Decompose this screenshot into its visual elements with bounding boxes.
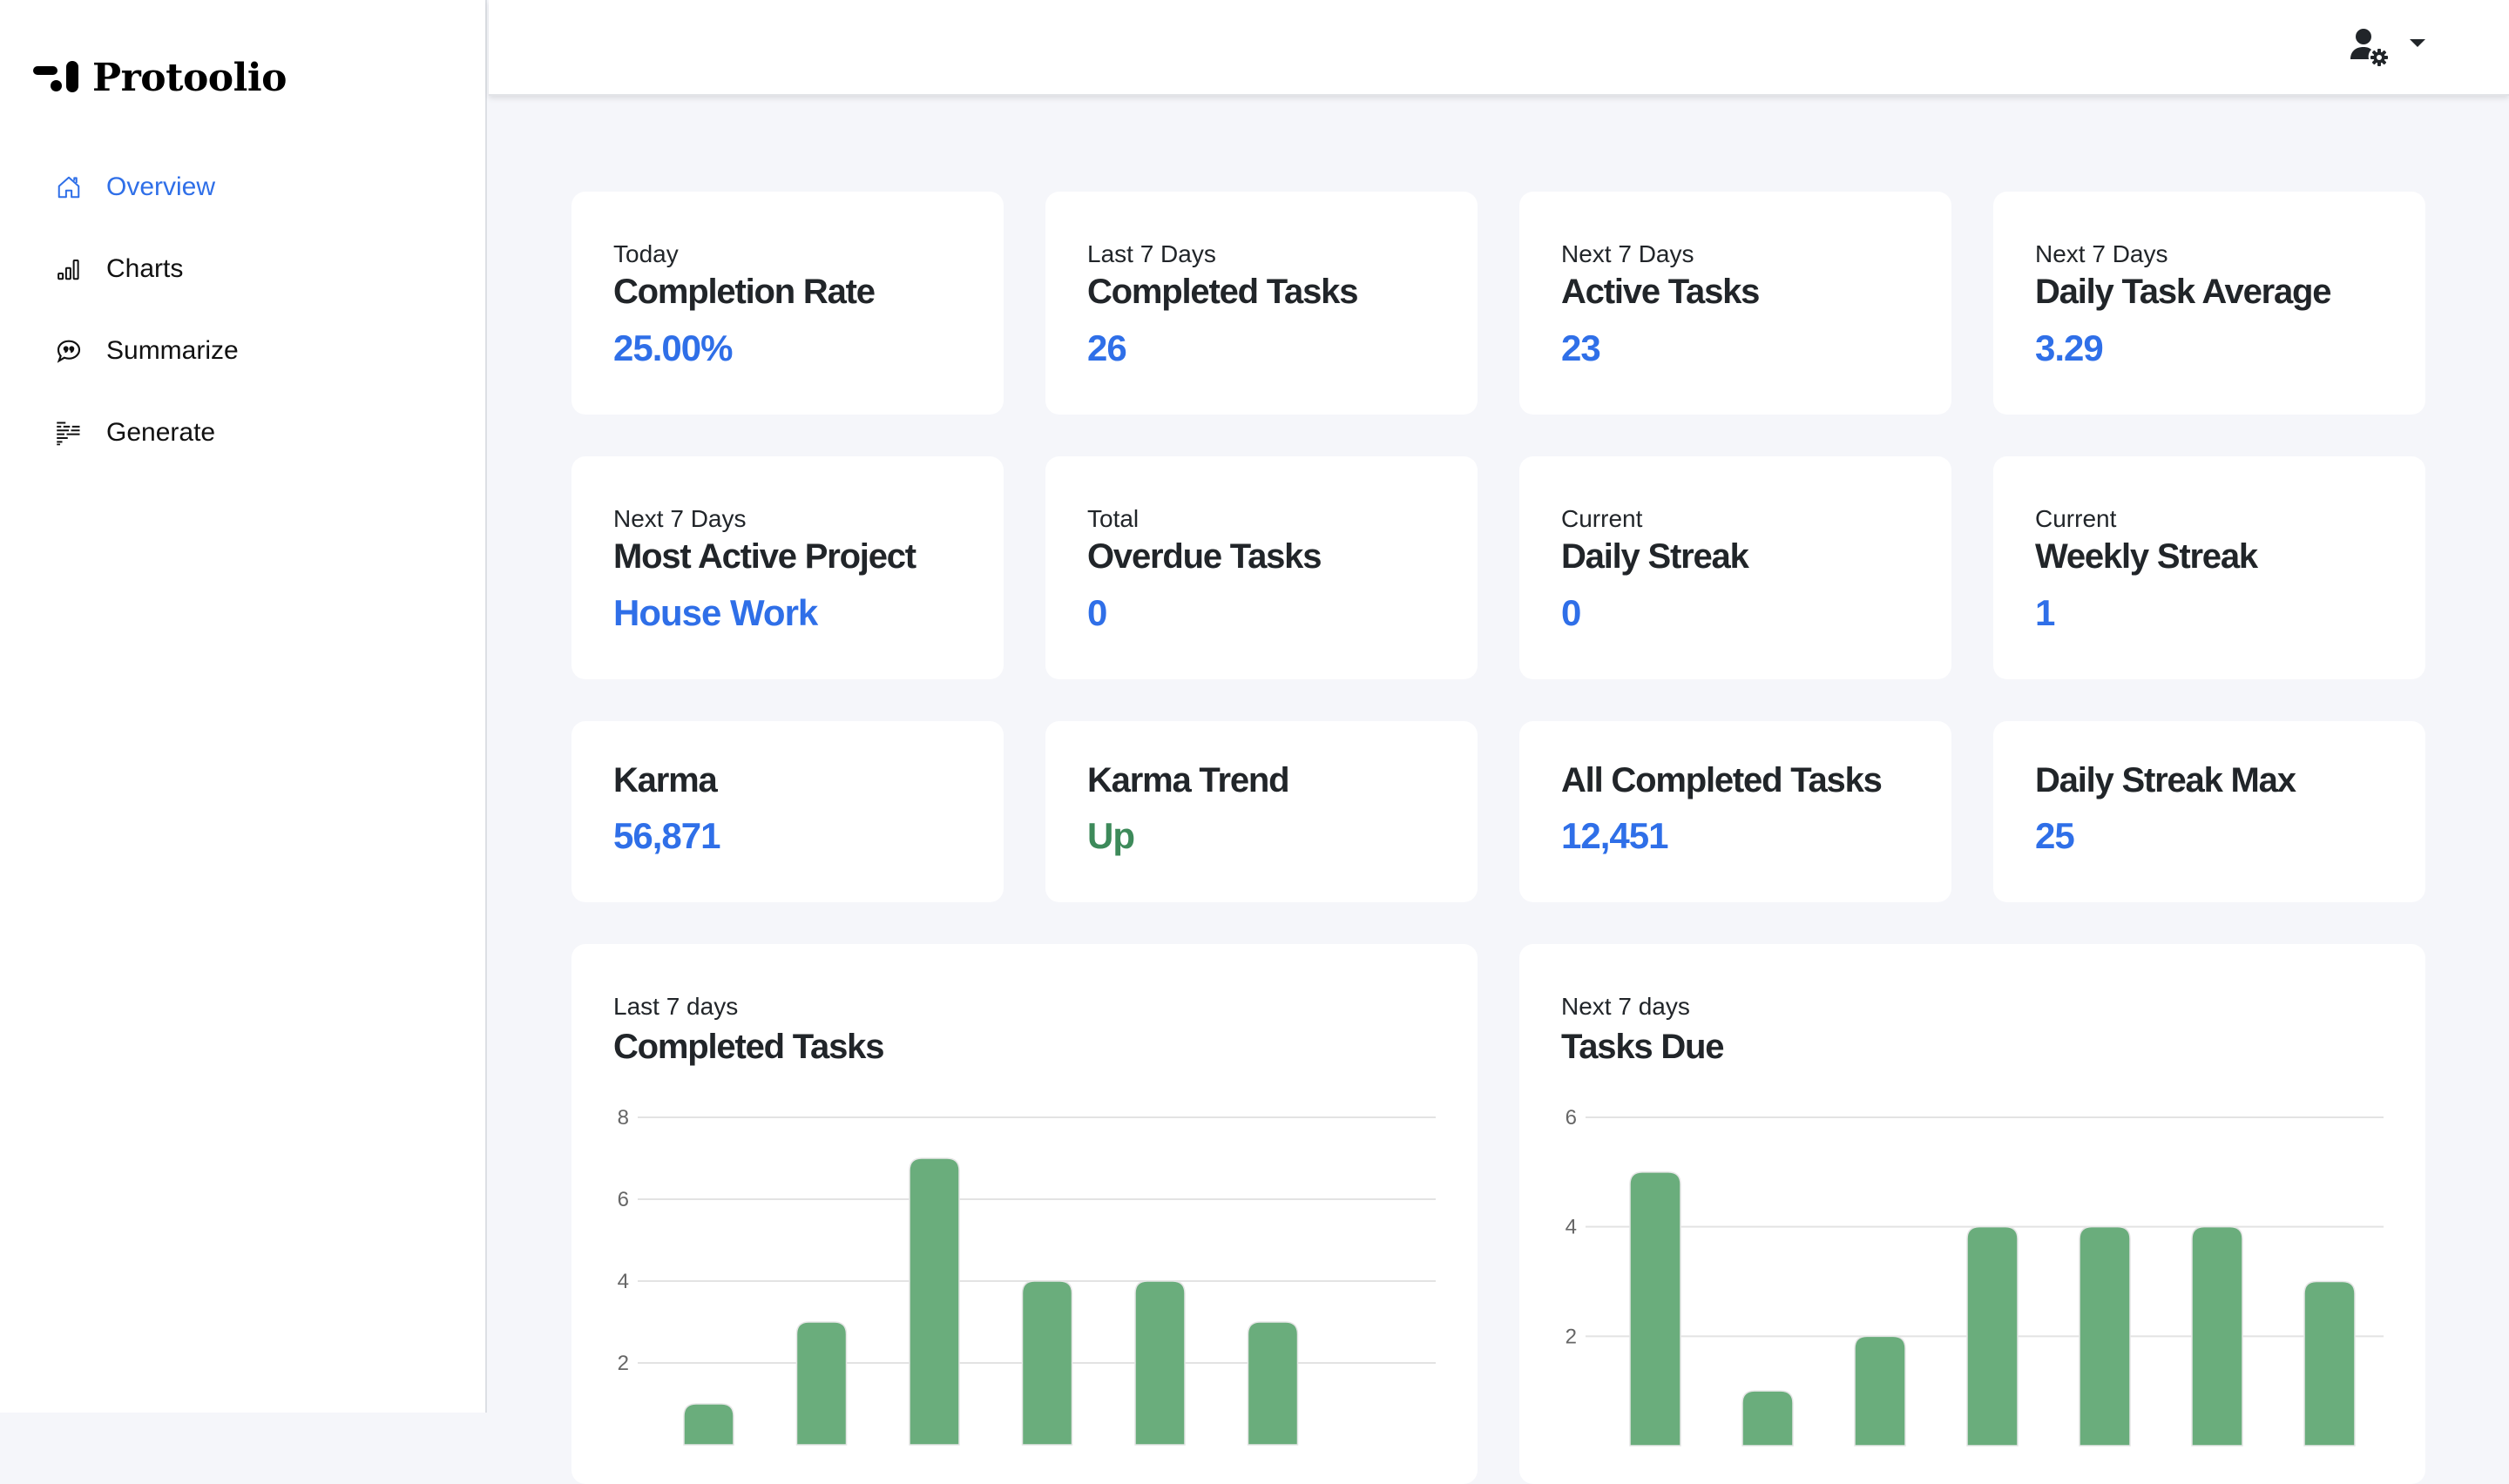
logo-mark-icon <box>33 61 82 94</box>
stat-value: Up <box>1087 815 1135 856</box>
y-tick-label: 2 <box>618 1352 629 1375</box>
sidebar-item-overview[interactable]: Overview <box>0 146 485 228</box>
stat-value: 25 <box>2035 815 2075 856</box>
sidebar-item-charts[interactable]: Charts <box>0 228 485 310</box>
bar[interactable] <box>1741 1390 1794 1447</box>
stat-title: Karma <box>613 761 718 799</box>
stat-title: All Completed Tasks <box>1561 761 1883 799</box>
sidebar-item-label: Summarize <box>106 336 239 365</box>
bar[interactable] <box>2079 1225 2131 1447</box>
stat-value: 23 <box>1561 327 1601 368</box>
stat-value: 3.29 <box>2035 327 2104 368</box>
stat-value: House Work <box>613 592 818 633</box>
quote-bubble-icon <box>54 336 84 366</box>
tasks-due-chart: 2 4 6 <box>1566 1106 2384 1447</box>
y-tick-label: 4 <box>618 1270 629 1293</box>
home-icon <box>54 172 84 202</box>
stat-title: Most Active Project <box>613 537 916 576</box>
stat-subtitle: Next 7 Days <box>1561 240 1694 267</box>
stat-title: Weekly Streak <box>2035 537 2258 576</box>
stat-card-karma-trend: Karma Trend Up <box>1045 721 1478 902</box>
chart-card-tasks-due: Next 7 days Tasks Due 246 <box>1519 944 2425 1484</box>
sidebar: Protoolio Overview Charts Summarize Gene… <box>0 0 487 1413</box>
stat-card-active-tasks: Next 7 Days Active Tasks 23 <box>1519 192 1951 415</box>
stat-subtitle: Current <box>1561 505 1643 532</box>
stat-title: Completion Rate <box>613 273 876 311</box>
stat-title: Daily Streak <box>1561 537 1749 576</box>
bar[interactable] <box>1021 1280 1073 1446</box>
stat-card-completion-rate: Today Completion Rate 25.00% <box>571 192 1004 415</box>
completed-tasks-chart: 2 4 6 8 <box>618 1106 1436 1446</box>
stat-card-daily-streak: Current Daily Streak 0 <box>1519 456 1951 679</box>
stat-title: Karma Trend <box>1087 761 1290 799</box>
stat-title: Overdue Tasks <box>1087 537 1322 576</box>
stat-subtitle: Next 7 Days <box>613 505 747 532</box>
stat-value: 0 <box>1087 592 1107 633</box>
sidebar-item-generate[interactable]: Generate <box>0 392 485 474</box>
stat-card-overdue-tasks: Total Overdue Tasks 0 <box>1045 456 1478 679</box>
stat-title: Daily Streak Max <box>2035 761 2296 799</box>
app-logo[interactable]: Protoolio <box>33 54 287 101</box>
caret-down-icon <box>2410 39 2425 47</box>
stat-value: 26 <box>1087 327 1127 368</box>
stat-card-daily-task-average: Next 7 Days Daily Task Average 3.29 <box>1993 192 2425 415</box>
stat-subtitle: Today <box>613 240 679 267</box>
top-header <box>489 0 2509 96</box>
stat-title: Completed Tasks <box>1087 273 1358 311</box>
stat-value: 56,871 <box>613 815 720 856</box>
stat-value: 12,451 <box>1561 815 1668 856</box>
bar[interactable] <box>1247 1321 1299 1446</box>
bar[interactable] <box>2303 1280 2356 1447</box>
bar-chart-icon <box>54 254 84 284</box>
bar[interactable] <box>1134 1280 1186 1446</box>
user-gear-icon <box>2349 26 2391 72</box>
stat-card-completed-tasks: Last 7 Days Completed Tasks 26 <box>1045 192 1478 415</box>
stat-subtitle: Current <box>2035 505 2117 532</box>
stat-title: Active Tasks <box>1561 273 1760 311</box>
stat-title: Daily Task Average <box>2035 273 2332 311</box>
user-menu-button[interactable] <box>2349 26 2425 72</box>
stat-subtitle: Next 7 Days <box>2035 240 2168 267</box>
chart-card-completed-tasks: Last 7 days Completed Tasks 2468 <box>571 944 1478 1484</box>
y-tick-label: 2 <box>1566 1325 1577 1348</box>
stat-value: 0 <box>1561 592 1581 633</box>
sidebar-item-label: Overview <box>106 172 216 201</box>
stat-value: 25.00% <box>613 327 733 368</box>
bar[interactable] <box>2191 1225 2243 1447</box>
sidebar-item-summarize[interactable]: Summarize <box>0 310 485 392</box>
stat-subtitle: Total <box>1087 505 1140 532</box>
stat-card-daily-streak-max: Daily Streak Max 25 <box>1993 721 2425 902</box>
bar[interactable] <box>909 1157 960 1446</box>
app-name: Protoolio <box>92 55 287 100</box>
bar[interactable] <box>795 1321 848 1446</box>
bar[interactable] <box>1854 1335 1906 1447</box>
y-tick-label: 6 <box>1566 1106 1577 1130</box>
stat-card-karma: Karma 56,871 <box>571 721 1004 902</box>
stat-value: 1 <box>2035 592 2055 633</box>
text-lines-icon <box>54 418 84 448</box>
stat-subtitle: Last 7 Days <box>1087 240 1216 267</box>
bar[interactable] <box>1629 1171 1681 1447</box>
sidebar-item-label: Charts <box>106 254 184 283</box>
bar[interactable] <box>683 1403 734 1446</box>
y-tick-label: 4 <box>1566 1216 1577 1239</box>
sidebar-item-label: Generate <box>106 418 216 447</box>
y-tick-label: 6 <box>618 1188 629 1211</box>
stat-card-all-completed-tasks: All Completed Tasks 12,451 <box>1519 721 1951 902</box>
stat-card-weekly-streak: Current Weekly Streak 1 <box>1993 456 2425 679</box>
bar[interactable] <box>1966 1225 2019 1447</box>
y-tick-label: 8 <box>618 1106 629 1130</box>
sidebar-nav: Overview Charts Summarize Generate <box>0 146 485 474</box>
stat-card-most-active-project: Next 7 Days Most Active Project House Wo… <box>571 456 1004 679</box>
